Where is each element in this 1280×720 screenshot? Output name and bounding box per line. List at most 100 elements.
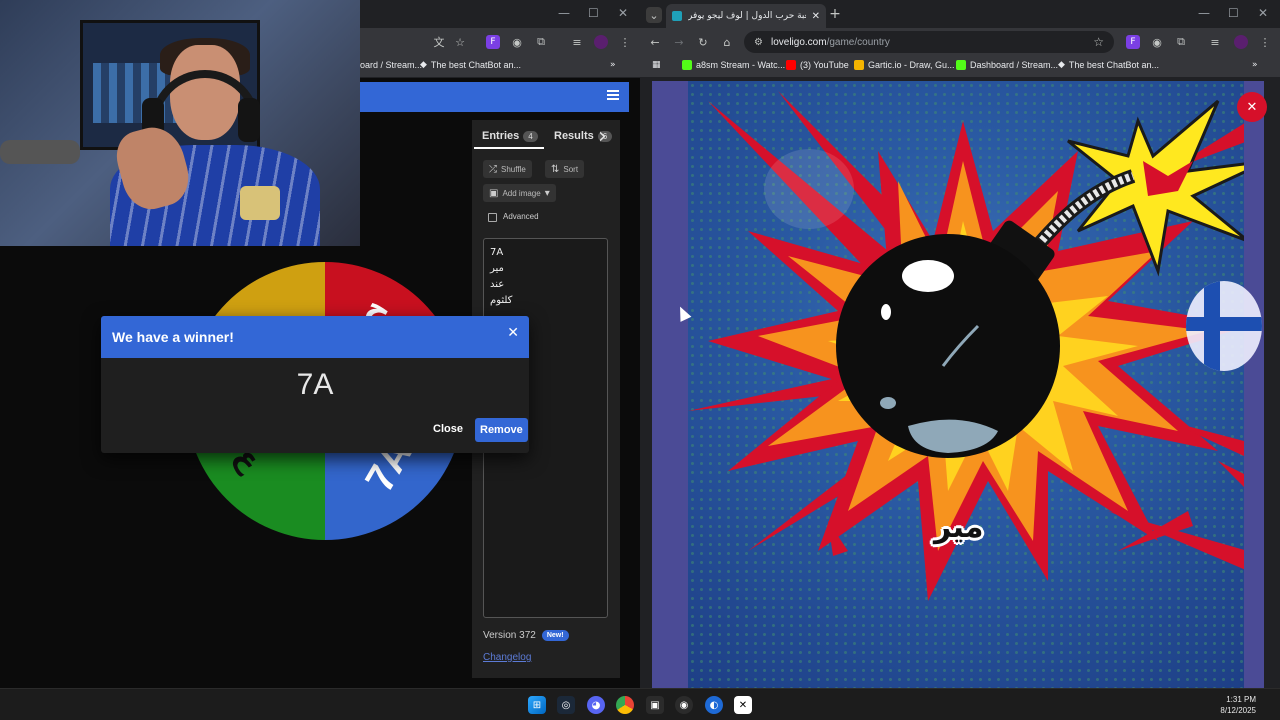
bookmark-item[interactable]: a8sm Stream - Watc...	[682, 60, 785, 70]
extension-cookie-icon[interactable]: ◉	[510, 35, 524, 49]
shuffle-button[interactable]: ⤮ Shuffle	[483, 160, 532, 178]
sort-button[interactable]: ⇅ Sort	[545, 160, 585, 178]
tab-close-icon[interactable]: ✕	[812, 11, 820, 22]
entry-line: مير	[490, 263, 504, 274]
tab-entries[interactable]: Entries 4	[482, 130, 538, 142]
maximize-icon[interactable]: ☐	[1228, 6, 1239, 20]
bookmark-label: a8sm Stream - Watc...	[696, 60, 786, 70]
bookmark-label: oard / Stream...	[360, 60, 423, 70]
url-path: /game/country	[826, 36, 890, 48]
chrome-icon[interactable]	[616, 696, 634, 714]
chevron-down-icon: ▾	[544, 187, 550, 199]
bookmark-item[interactable]: Dashboard / Stream...	[956, 60, 1058, 70]
close-button[interactable]: Close	[427, 420, 469, 438]
bookmark-item[interactable]: (3) YouTube	[786, 60, 849, 70]
extension-f-icon[interactable]: F	[486, 35, 500, 49]
tab-search-icon[interactable]: ⌄	[646, 7, 662, 23]
flag-cross-horizontal	[1186, 317, 1262, 331]
menu-icon[interactable]: ⋮	[1258, 35, 1272, 49]
extensions-icon[interactable]: ⧉	[1174, 35, 1188, 49]
more-bookmarks-icon[interactable]: »	[1252, 60, 1258, 70]
clock-time: 1:31 PM	[1226, 695, 1256, 704]
game-close-button[interactable]: ✕	[1237, 92, 1267, 122]
system-clock[interactable]: 1:31 PM 8/12/2025	[1220, 694, 1256, 716]
game-frame	[652, 81, 1264, 688]
forward-icon[interactable]: →	[672, 35, 686, 49]
media-icon[interactable]: ≡	[1208, 35, 1222, 49]
media-icon[interactable]: ≡	[570, 35, 584, 49]
diamond-icon: ◆	[420, 60, 427, 70]
chevron-right-icon[interactable]: ›	[598, 124, 607, 149]
steam-icon[interactable]: ◎	[557, 696, 575, 714]
maximize-icon[interactable]: ☐	[588, 6, 599, 20]
webcam-shirt-badge	[240, 186, 280, 220]
back-icon[interactable]: ←	[648, 35, 662, 49]
bookmark-label: The best ChatBot an...	[430, 60, 521, 70]
taskbar: ⊞ ◎ ◕ ▣ ◉ ◐ ✕ 1:31 PM 8/12/2025	[0, 688, 1280, 720]
home-icon[interactable]: ⌂	[720, 35, 734, 49]
capcut-icon[interactable]: ✕	[734, 696, 752, 714]
bookmark-item[interactable]: ◆ The best ChatBot an...	[1058, 60, 1159, 70]
reload-icon[interactable]: ↻	[696, 35, 710, 49]
bomb-player-name: مير	[934, 510, 984, 545]
minimize-icon[interactable]: —	[1198, 6, 1210, 20]
extension-f-icon[interactable]: F	[1126, 35, 1140, 49]
flag-circle	[1186, 281, 1262, 371]
right-toolbar: ← → ↻ ⌂ ⚙ loveligo.com/game/country ☆ F …	[640, 28, 1280, 56]
tab-indicator	[474, 147, 544, 149]
youtube-icon	[786, 60, 796, 70]
menu-icon[interactable]: ⋮	[618, 35, 632, 49]
right-bookmarks-bar: ▦ a8sm Stream - Watc... (3) YouTube Gart…	[640, 56, 1280, 78]
close-window-icon[interactable]: ✕	[618, 6, 628, 20]
bookmark-item[interactable]: Gartic.io - Draw, Gu...	[854, 60, 955, 70]
left-bookmarks-bar: oard / Stream... ◆ The best ChatBot an...…	[360, 56, 640, 78]
shuffle-label: Shuffle	[501, 164, 526, 174]
site-info-icon[interactable]: ⚙	[754, 37, 763, 48]
more-bookmarks-icon[interactable]: »	[610, 60, 616, 70]
apps-grid-icon[interactable]: ▦	[652, 60, 661, 70]
app-icon[interactable]: ▣	[646, 696, 664, 714]
kick-icon	[682, 60, 692, 70]
translate-icon[interactable]: 文	[432, 35, 446, 49]
version-info: Version 372 New!	[483, 630, 569, 641]
profile-icon[interactable]	[594, 35, 608, 49]
new-badge: New!	[541, 630, 569, 641]
browser-icon[interactable]: ◐	[705, 696, 723, 714]
image-icon: ▣	[489, 187, 499, 199]
discord-icon[interactable]: ◕	[587, 696, 605, 714]
dialog-title: We have a winner!	[112, 329, 234, 345]
extensions-icon[interactable]: ⧉	[534, 35, 548, 49]
profile-icon[interactable]	[1234, 35, 1248, 49]
webcam-microphone	[0, 140, 80, 164]
hamburger-menu-icon[interactable]	[607, 90, 619, 100]
bookmark-dashboard[interactable]: oard / Stream...	[360, 60, 422, 70]
advanced-checkbox[interactable]	[488, 213, 497, 222]
sort-label: Sort	[563, 164, 579, 174]
sort-icon: ⇅	[551, 163, 560, 175]
dialog-close-icon[interactable]: ✕	[507, 325, 519, 341]
obs-icon[interactable]: ◉	[675, 696, 693, 714]
windows-start-icon[interactable]: ⊞	[528, 696, 546, 714]
entry-line: عند	[490, 279, 505, 290]
close-window-icon[interactable]: ✕	[1258, 6, 1268, 20]
webcam-earcup	[238, 98, 260, 142]
minimize-icon[interactable]: —	[558, 6, 570, 20]
diamond-icon: ◆	[1058, 60, 1065, 70]
gartic-icon	[854, 60, 864, 70]
bookmark-chatbot[interactable]: ◆ The best ChatBot an...	[420, 60, 521, 70]
site-favicon-icon	[672, 11, 682, 21]
remove-button[interactable]: Remove	[475, 418, 528, 442]
extension-cookie-icon[interactable]: ◉	[1150, 35, 1164, 49]
star-icon[interactable]: ☆	[1093, 35, 1104, 49]
version-label: Version 372	[483, 630, 536, 641]
tab-label: Entries	[482, 130, 520, 142]
new-tab-icon[interactable]: +	[828, 6, 842, 22]
winner-name: 7A	[296, 368, 334, 401]
entry-line: 7A	[490, 247, 504, 258]
add-image-button[interactable]: ▣ Add image ▾	[483, 184, 556, 202]
changelog-link[interactable]: Changelog	[483, 652, 531, 663]
star-icon[interactable]: ☆	[453, 35, 467, 49]
browser-tab[interactable]: لعبة حرب الدول | لوف ليجو يوفر ✕	[666, 4, 826, 28]
address-bar[interactable]: ⚙ loveligo.com/game/country ☆	[744, 31, 1114, 53]
tab-count-badge: 4	[523, 130, 538, 142]
